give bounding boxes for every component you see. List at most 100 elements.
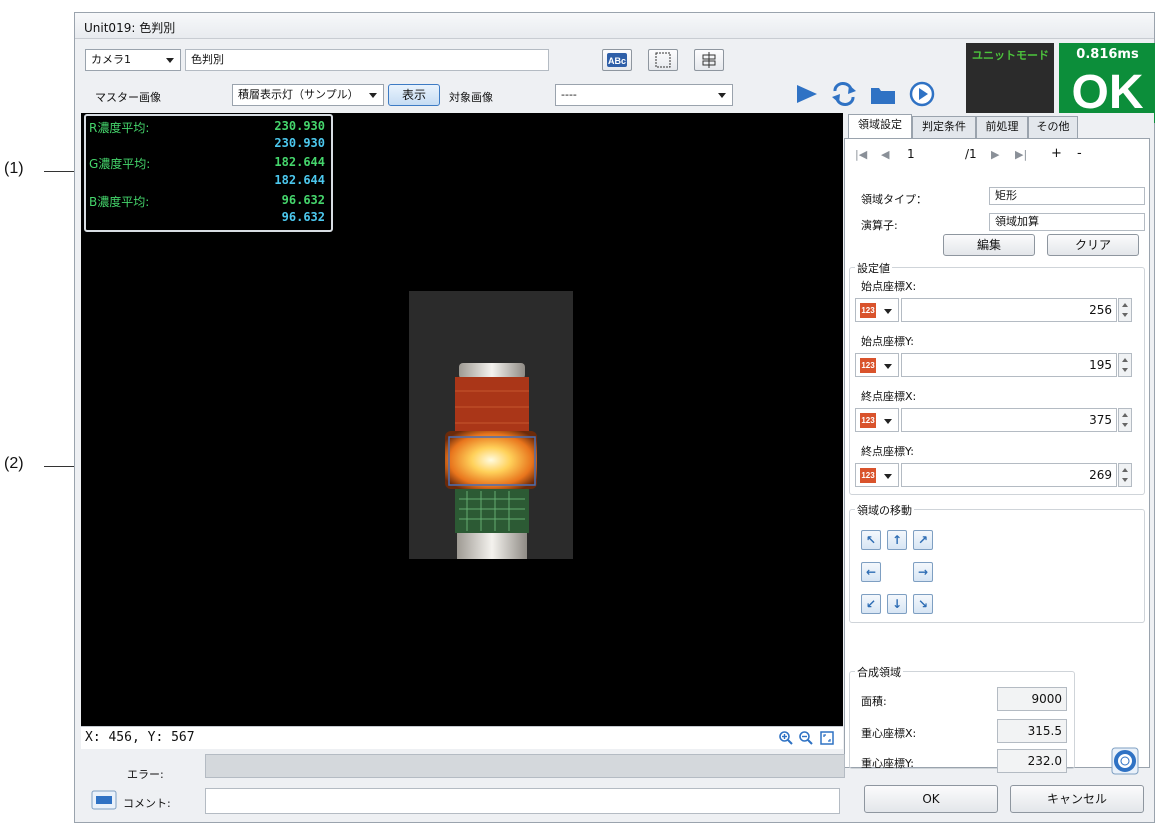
start-y-type-button[interactable]: 123 (855, 353, 899, 377)
play-icon[interactable] (793, 81, 821, 107)
start-x-type-button[interactable]: 123 (855, 298, 899, 322)
region-icon (655, 52, 671, 68)
arrow-down-icon: ↓ (891, 597, 903, 611)
unit-name-field[interactable]: 色判別 (185, 49, 549, 71)
chevron-down-icon (884, 309, 892, 314)
start-x-spinner[interactable] (1118, 298, 1132, 322)
end-x-type-button[interactable]: 123 (855, 408, 899, 432)
run-icon[interactable] (907, 79, 937, 109)
end-y-field[interactable]: 269 (901, 463, 1117, 487)
help-icon[interactable] (1111, 747, 1139, 775)
folder-icon[interactable] (868, 81, 898, 107)
start-x-row: 123 256 (855, 298, 1133, 322)
centroid-x-value: 315.5 (997, 719, 1067, 743)
move-up-button[interactable]: ↑ (887, 530, 907, 550)
result-panel: 0.816ms OK (1059, 43, 1155, 123)
move-left-button[interactable]: ← (861, 562, 881, 582)
operator-label: 演算子: (861, 219, 898, 232)
camera-select-value: カメラ1 (91, 53, 131, 66)
repeat-icon[interactable] (829, 81, 859, 107)
area-label: 面積: (861, 695, 887, 708)
move-region-title: 領域の移動 (855, 502, 914, 518)
last-record-icon[interactable]: ▶| (1015, 148, 1027, 161)
unit-window: Unit019: 色判別 カメラ1 色判別 ABc マスター画像 積層表示灯（サ… (74, 12, 1155, 823)
ok-button[interactable]: OK (864, 785, 998, 813)
end-x-row: 123 375 (855, 408, 1133, 432)
arrow-down-right-icon: ↘ (917, 597, 929, 611)
end-y-type-button[interactable]: 123 (855, 463, 899, 487)
fit-icon[interactable] (819, 730, 835, 746)
end-x-label: 終点座標X: (861, 390, 917, 403)
move-right-button[interactable]: → (913, 562, 933, 582)
cancel-button[interactable]: キャンセル (1010, 785, 1144, 813)
clear-button[interactable]: クリア (1047, 234, 1139, 256)
add-record-button[interactable]: + (1051, 146, 1062, 161)
r-density-label: R濃度平均: (89, 121, 150, 135)
start-x-label: 始点座標X: (861, 280, 917, 293)
zoom-out-icon[interactable] (798, 730, 814, 746)
tab-other[interactable]: その他 (1028, 116, 1078, 138)
r-density-value: 230.930 (274, 119, 325, 133)
unit-mode-panel: ユニットモード (966, 43, 1054, 123)
start-y-spinner[interactable] (1118, 353, 1132, 377)
move-up-right-button[interactable]: ↗ (913, 530, 933, 550)
settings-title: 設定値 (855, 260, 892, 276)
align-button[interactable] (694, 49, 724, 71)
callout-2: (2) (4, 455, 24, 472)
edit-button[interactable]: 編集 (943, 234, 1035, 256)
title-bar: Unit019: 色判別 (75, 13, 1154, 39)
signal-lamp-image (409, 291, 573, 559)
camera-select[interactable]: カメラ1 (85, 49, 181, 71)
master-image-label: マスター画像 (95, 91, 161, 104)
end-y-row: 123 269 (855, 463, 1133, 487)
first-record-icon[interactable]: |◀ (855, 148, 867, 161)
tab-preprocess[interactable]: 前処理 (976, 116, 1028, 138)
end-y-spinner[interactable] (1118, 463, 1132, 487)
prev-record-icon[interactable]: ◀ (881, 148, 889, 161)
arrow-down-left-icon: ↙ (865, 597, 877, 611)
show-button[interactable]: 表示 (388, 84, 440, 106)
b-density-value: 96.632 (281, 193, 325, 207)
numeric-type-icon: 123 (860, 413, 876, 428)
master-image-select[interactable]: 積層表示灯（サンプル） (232, 84, 384, 106)
centroid-y-label: 重心座標Y: (861, 757, 914, 770)
error-label: エラー: (127, 768, 164, 781)
b-density-value-2: 96.632 (281, 210, 325, 224)
zoom-in-icon[interactable] (778, 730, 794, 746)
remove-record-button[interactable]: - (1077, 146, 1082, 161)
start-y-field[interactable]: 195 (901, 353, 1117, 377)
start-x-field[interactable]: 256 (901, 298, 1117, 322)
image-viewer[interactable]: R濃度平均: 230.930 230.930 G濃度平均: 182.644 18… (81, 113, 843, 726)
region-button[interactable] (648, 49, 678, 71)
region-type-field[interactable]: 矩形 (989, 187, 1145, 205)
region-settings-body: |◀ ◀ 1 /1 ▶ ▶| + - 領域タイプ： 矩形 演算子: 領域加算 編… (844, 138, 1150, 775)
move-up-left-button[interactable]: ↖ (861, 530, 881, 550)
keyboard-icon[interactable] (91, 790, 117, 810)
numeric-type-icon: 123 (860, 303, 876, 318)
unit-mode-label: ユニットモード (972, 49, 1049, 62)
record-index[interactable]: 1 (907, 147, 915, 161)
operator-field[interactable]: 領域加算 (989, 213, 1145, 231)
abc-button[interactable]: ABc (602, 49, 632, 71)
tab-region-settings[interactable]: 領域設定 (848, 114, 912, 138)
target-image-select[interactable]: ---- (555, 84, 733, 106)
move-down-left-button[interactable]: ↙ (861, 594, 881, 614)
signal-lamp-graphic (409, 291, 573, 559)
move-down-right-button[interactable]: ↘ (913, 594, 933, 614)
next-record-icon[interactable]: ▶ (991, 148, 999, 161)
chevron-down-icon (369, 93, 377, 98)
arrow-right-icon: → (917, 565, 929, 579)
callout-1: (1) (4, 160, 24, 177)
arrow-up-right-icon: ↗ (917, 533, 929, 547)
tab-judgement[interactable]: 判定条件 (912, 116, 976, 138)
comment-field[interactable] (205, 788, 840, 814)
g-density-label: G濃度平均: (89, 157, 151, 171)
move-down-button[interactable]: ↓ (887, 594, 907, 614)
arrow-up-left-icon: ↖ (865, 533, 877, 547)
chevron-down-icon (884, 419, 892, 424)
end-x-field[interactable]: 375 (901, 408, 1117, 432)
window-title: Unit019: 色判別 (84, 21, 176, 35)
region-type-label: 領域タイプ： (861, 193, 927, 206)
end-x-spinner[interactable] (1118, 408, 1132, 432)
b-density-label: B濃度平均: (89, 195, 150, 209)
